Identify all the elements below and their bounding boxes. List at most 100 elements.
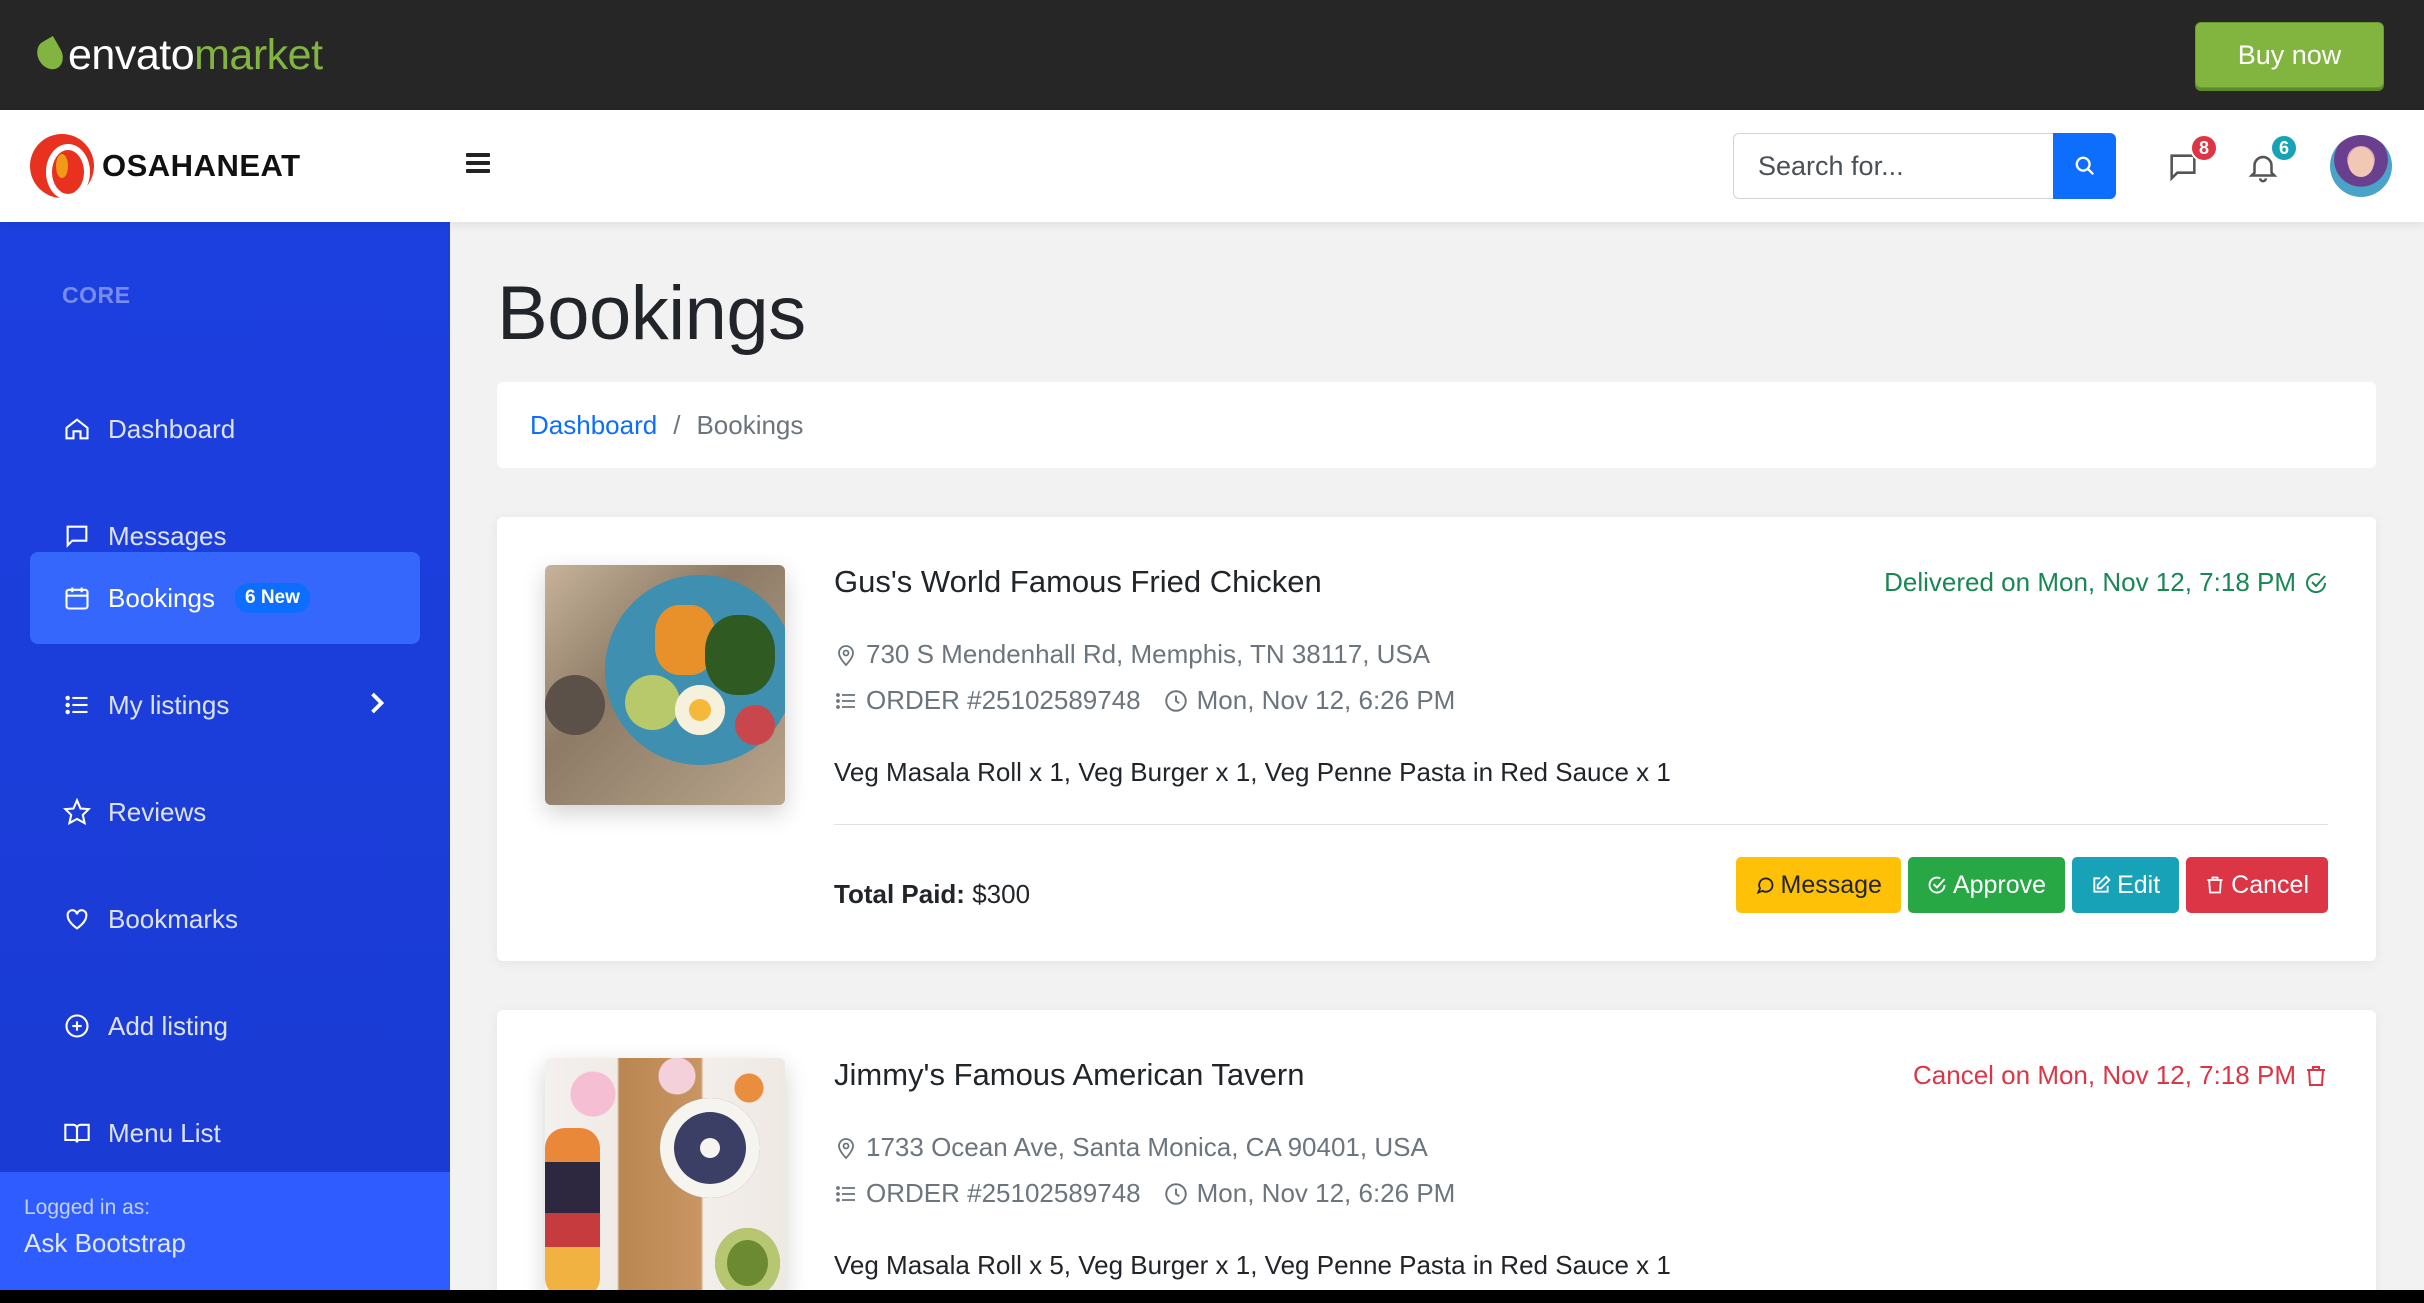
brand-name: OSAHANEAT — [102, 148, 301, 183]
order-number: ORDER #25102589748 — [866, 685, 1141, 715]
sidebar-item-label: Bookings — [108, 582, 215, 613]
list-icon — [834, 689, 858, 713]
order-number: ORDER #25102589748 — [866, 1178, 1141, 1208]
sidebar-item-label: My listings — [108, 689, 230, 720]
booking-card: Gus's World Famous Fried Chicken Deliver… — [497, 517, 2376, 961]
messages-button[interactable]: 8 — [2166, 134, 2218, 188]
new-bookings-badge: 6 New — [234, 583, 310, 613]
order-time: Mon, Nov 12, 6:26 PM — [1196, 1178, 1456, 1208]
envato-leaf-icon — [32, 36, 68, 74]
page-title: Bookings — [497, 271, 806, 356]
booking-status: Delivered on Mon, Nov 12, 7:18 PM — [1884, 567, 2328, 598]
sidebar-footer: Logged in as: Ask Bootstrap — [0, 1172, 450, 1290]
breadcrumb: Dashboard / Bookings — [497, 382, 2376, 468]
edit-button[interactable]: Edit — [2072, 857, 2180, 913]
sidebar-item-add-listing[interactable]: Add listing — [30, 980, 420, 1072]
list-icon — [62, 690, 92, 720]
chat-icon — [62, 521, 92, 551]
address-row: 730 S Mendenhall Rd, Memphis, TN 38117, … — [834, 639, 1430, 670]
order-row: ORDER #25102589748 Mon, Nov 12, 6:26 PM — [834, 685, 1455, 716]
check-circle-icon — [2306, 572, 2327, 593]
top-navbar: OSAHANEAT 8 6 — [0, 110, 2424, 222]
breadcrumb-separator: / — [673, 409, 681, 440]
search-input[interactable] — [1733, 133, 2053, 199]
total-paid-label: Total Paid: — [834, 879, 965, 909]
edit-button-label: Edit — [2117, 870, 2161, 899]
total-paid: Total Paid: $300 — [834, 879, 1030, 910]
clock-icon — [1163, 1181, 1189, 1207]
card-divider — [834, 824, 2328, 825]
star-icon — [62, 797, 92, 827]
messages-count-badge: 8 — [2190, 134, 2218, 162]
sidebar-item-my-listings[interactable]: My listings — [30, 659, 420, 751]
sidebar-item-bookmarks[interactable]: Bookmarks — [30, 873, 420, 965]
sidebar-item-label: Bookmarks — [108, 903, 239, 934]
plus-circle-icon — [62, 1011, 92, 1041]
search-button[interactable] — [2053, 133, 2116, 199]
order-items: Veg Masala Roll x 5, Veg Burger x 1, Veg… — [834, 1250, 1671, 1280]
notifications-button[interactable]: 6 — [2246, 134, 2298, 188]
logged-in-user: Ask Bootstrap — [24, 1228, 186, 1258]
edit-icon — [2093, 875, 2111, 893]
message-button-label: Message — [1780, 870, 1882, 899]
logged-in-label: Logged in as: — [24, 1196, 151, 1219]
booking-status-text: Delivered on Mon, Nov 12, 7:18 PM — [1884, 567, 2296, 597]
clock-icon — [1163, 688, 1189, 714]
sidebar-item-label: Messages — [108, 520, 227, 551]
sidebar-item-label: Menu List — [108, 1117, 221, 1148]
book-icon — [62, 1118, 92, 1148]
breadcrumb-current: Bookings — [696, 409, 804, 440]
sidebar-item-reviews[interactable]: Reviews — [30, 766, 420, 858]
cancel-button[interactable]: Cancel — [2186, 857, 2328, 913]
envato-bar: envato market Buy now — [0, 0, 2424, 110]
restaurant-name[interactable]: Jimmy's Famous American Tavern — [834, 1057, 1304, 1093]
booking-card: Jimmy's Famous American Tavern Cancel on… — [497, 1010, 2376, 1303]
cancel-button-label: Cancel — [2231, 870, 2309, 899]
sidebar-item-label: Add listing — [108, 1010, 228, 1041]
notifications-count-badge: 6 — [2270, 134, 2298, 162]
restaurant-address: 730 S Mendenhall Rd, Memphis, TN 38117, … — [866, 639, 1431, 669]
order-row: ORDER #25102589748 Mon, Nov 12, 6:26 PM — [834, 1178, 1455, 1209]
chat-icon — [1756, 877, 1773, 895]
brand-logo[interactable]: OSAHANEAT — [30, 134, 301, 200]
calendar-icon — [62, 583, 92, 613]
booking-status: Cancel on Mon, Nov 12, 7:18 PM — [1913, 1060, 2328, 1091]
booking-actions: Message Approve Edit Cancel — [1735, 857, 2328, 913]
heart-icon — [62, 904, 92, 934]
booking-status-text: Cancel on Mon, Nov 12, 7:18 PM — [1913, 1060, 2296, 1090]
envato-market-logo[interactable]: envato market — [32, 28, 323, 82]
approve-button[interactable]: Approve — [1907, 857, 2066, 913]
map-pin-icon — [834, 642, 858, 668]
message-button[interactable]: Message — [1735, 857, 1901, 913]
chevron-right-icon — [371, 692, 385, 714]
user-avatar[interactable] — [2330, 135, 2392, 197]
window-bottom-edge — [0, 1290, 2424, 1303]
trash-icon — [2207, 876, 2223, 894]
home-icon — [62, 414, 92, 444]
list-icon — [834, 1182, 858, 1206]
approve-button-label: Approve — [1952, 870, 2047, 899]
search-form — [1733, 133, 2116, 199]
breadcrumb-dashboard-link[interactable]: Dashboard — [530, 410, 657, 441]
brand-mark-icon — [30, 134, 94, 200]
check-circle-icon — [1928, 876, 1946, 894]
buy-now-button[interactable]: Buy now — [2195, 22, 2384, 88]
sidebar-item-label: Reviews — [108, 796, 207, 827]
sidebar-item-bookings[interactable]: Bookings 6 New — [30, 552, 420, 644]
trash-icon — [2307, 1065, 2325, 1086]
order-items: Veg Masala Roll x 1, Veg Burger x 1, Veg… — [834, 757, 1671, 787]
restaurant-name[interactable]: Gus's World Famous Fried Chicken — [834, 564, 1322, 600]
address-row: 1733 Ocean Ave, Santa Monica, CA 90401, … — [834, 1132, 1428, 1163]
restaurant-address: 1733 Ocean Ave, Santa Monica, CA 90401, … — [866, 1132, 1428, 1162]
sidebar-item-menu-list[interactable]: Menu List — [30, 1087, 420, 1179]
envato-logo-text: envato — [68, 30, 195, 79]
sidebar: CORE Dashboard Messages Bookings 6 New M… — [0, 222, 450, 1290]
sidebar-item-dashboard[interactable]: Dashboard — [30, 383, 420, 475]
search-icon — [2075, 156, 2094, 176]
restaurant-image — [545, 1058, 785, 1298]
sidebar-toggle-button[interactable] — [466, 150, 490, 176]
order-time: Mon, Nov 12, 6:26 PM — [1196, 685, 1456, 715]
market-logo-text: market — [194, 30, 323, 79]
restaurant-image — [545, 565, 785, 805]
map-pin-icon — [834, 1135, 858, 1161]
